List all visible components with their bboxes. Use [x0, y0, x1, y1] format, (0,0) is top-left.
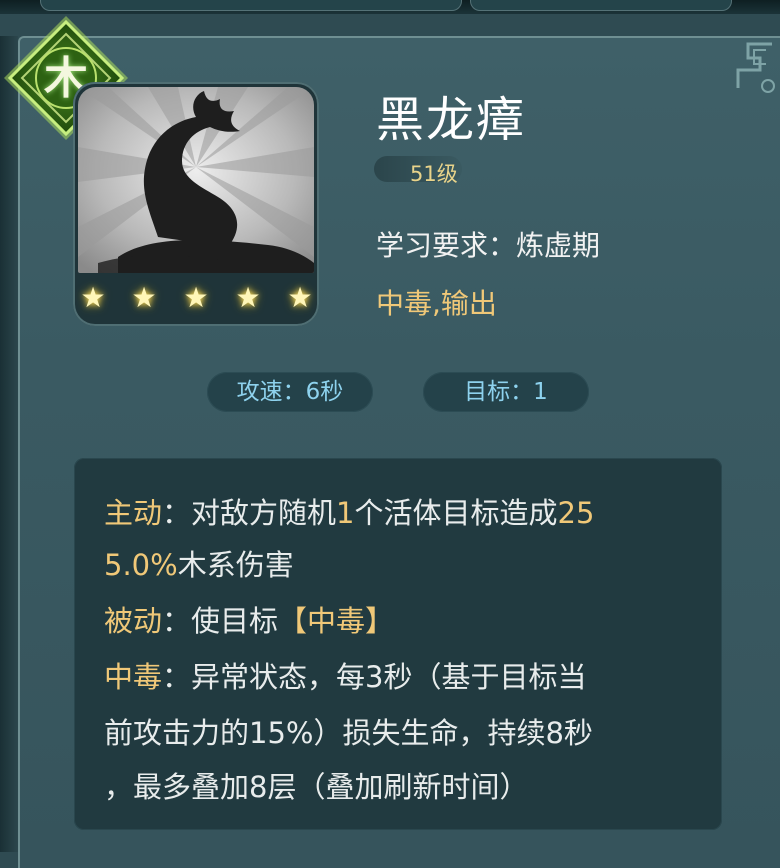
poison-line-1: 中毒：异常状态，每3秒（基于目标当: [104, 654, 586, 696]
active-label: 主动: [104, 496, 163, 530]
black-dragon-icon: [78, 87, 314, 273]
star-icon: ★: [183, 281, 209, 314]
poison-text-1: ：异常状态，每3秒（基于目标当: [162, 660, 587, 694]
skill-level: 51级: [410, 162, 458, 186]
passive-label: 被动: [104, 604, 163, 638]
skill-artwork: [78, 87, 314, 273]
star-rating: ★ ★ ★ ★ ★: [73, 278, 319, 318]
corner-ornament-icon: [736, 42, 775, 93]
top-tab-right: [470, 0, 732, 11]
star-icon: ★: [287, 281, 313, 314]
active-text-2: 个活体目标造成: [354, 496, 558, 530]
active-num-1: 1: [336, 496, 355, 530]
poison-line-3: ，最多叠加8层（叠加刷新时间）: [104, 770, 529, 804]
target-count-chip: 目标：1: [423, 372, 589, 412]
active-num-2: 25: [557, 496, 595, 530]
skill-name: 黑龙瘴: [376, 92, 527, 148]
active-num-3: 5.0%: [104, 548, 178, 582]
active-line-2: 5.0%木系伤害: [104, 542, 294, 584]
star-icon: ★: [80, 281, 106, 314]
star-icon: ★: [235, 281, 261, 314]
active-line-1: 主动：对敌方随机1个活体目标造成25: [104, 490, 594, 532]
active-text-3: 木系伤害: [177, 548, 294, 582]
passive-tag: 【中毒】: [278, 604, 395, 638]
passive-text: ：使目标: [162, 604, 279, 638]
attack-speed-chip: 攻速：6秒: [207, 372, 373, 412]
top-tab-left: [40, 0, 462, 11]
star-icon: ★: [131, 281, 157, 314]
left-edge-strip: [0, 36, 18, 852]
skill-portrait: ★ ★ ★ ★ ★: [73, 82, 319, 326]
active-text-1: ：对敌方随机: [162, 496, 337, 530]
passive-line: 被动：使目标【中毒】: [104, 598, 394, 640]
poison-label: 中毒: [104, 660, 163, 694]
learn-requirement: 学习要求：炼虚期: [376, 229, 601, 262]
skill-tags: 中毒,输出: [376, 287, 497, 320]
poison-line-2: 前攻击力的15%）损失生命，持续8秒: [104, 716, 593, 750]
